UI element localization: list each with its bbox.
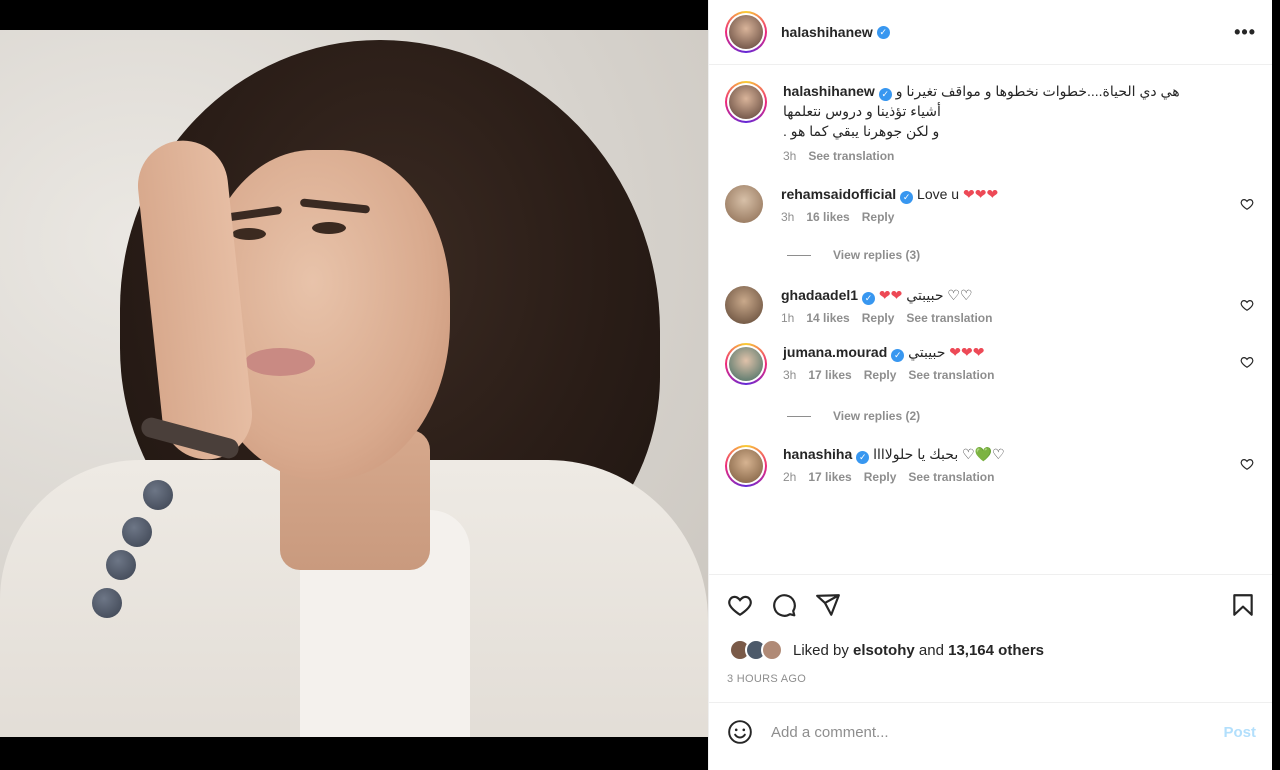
view-replies-label: View replies (3)	[833, 248, 921, 262]
photo-lips	[245, 348, 315, 376]
post-actions	[709, 575, 1272, 635]
comment-text: Love u	[917, 186, 960, 202]
like-comment-heart-icon[interactable]	[1240, 457, 1254, 471]
heart-icon[interactable]	[727, 592, 753, 618]
post-media-pane	[0, 0, 708, 770]
post-side-panel: halashihanew ✓ ••• halashihanew ✓ هي دي ا…	[708, 0, 1272, 770]
liker-avatars	[729, 639, 783, 661]
reply-button[interactable]: Reply	[862, 210, 895, 224]
liked-by-prefix: Liked by	[793, 641, 849, 659]
verified-icon: ✓	[891, 349, 905, 362]
reply-button[interactable]: Reply	[862, 311, 895, 325]
verified-icon: ✓	[878, 88, 892, 101]
app-frame: halashihanew ✓ ••• halashihanew ✓ هي دي ا…	[0, 0, 1280, 770]
comment-text: حبيبتي ♡♡	[906, 287, 973, 303]
author-username[interactable]: halashihanew	[781, 24, 873, 40]
view-replies-label: View replies (2)	[833, 409, 921, 423]
comment-time: 3h	[781, 210, 795, 224]
see-translation-link[interactable]: See translation	[908, 368, 994, 382]
caption-avatar-image	[729, 85, 763, 119]
caption-line-1: هي دي الحياة....خطوات نخطوها و مواقف تغي…	[895, 83, 1180, 99]
comment-text: حبيبتي	[908, 344, 946, 360]
likes-summary[interactable]: Liked by elsotohy and 13,164 others	[709, 635, 1272, 665]
verified-icon: ✓	[900, 191, 914, 204]
like-comment-heart-icon[interactable]	[1240, 355, 1254, 369]
comment-likes[interactable]: 17 likes	[808, 368, 851, 382]
verified-icon: ✓	[876, 25, 890, 39]
emoji-icon[interactable]	[727, 719, 753, 745]
verified-icon: ✓	[862, 292, 876, 305]
author-avatar[interactable]	[725, 11, 767, 53]
photo-jacket-button	[122, 517, 152, 547]
comment-time: 3h	[783, 368, 797, 382]
post-comment-button[interactable]: Post	[1223, 724, 1256, 741]
comment-item: ghadaadel1 ✓ ❤❤ حبيبتي ♡♡ 1h 14 likes Rep…	[725, 286, 1256, 325]
share-icon[interactable]	[815, 592, 841, 618]
commenter-avatar-image	[729, 347, 763, 381]
comments-list[interactable]: halashihanew ✓ هي دي الحياة....خطوات نخطو…	[709, 65, 1272, 575]
like-comment-heart-icon[interactable]	[1240, 298, 1254, 312]
comment-time: 1h	[781, 311, 795, 325]
comment-emoji: ♡💚♡	[962, 446, 1005, 462]
comment-item: hanashiha ✓ بحبك يا حلولاااا ♡💚♡ 2h 17 li…	[725, 445, 1256, 487]
caption-line-3: و لكن جوهرنا يبقي كما هو .	[783, 123, 940, 139]
reply-button[interactable]: Reply	[864, 368, 897, 382]
liker-avatar	[761, 639, 783, 661]
author-avatar-image	[729, 15, 763, 49]
commenter-avatar[interactable]	[725, 343, 767, 385]
comment-item: rehamsaidofficial ✓ Love u ❤❤❤ 3h 16 like…	[725, 185, 1256, 224]
caption: halashihanew ✓ هي دي الحياة....خطوات نخطو…	[725, 81, 1256, 163]
commenter-avatar[interactable]	[725, 286, 763, 324]
comment-likes[interactable]: 17 likes	[808, 470, 851, 484]
comment-username[interactable]: ghadaadel1	[781, 287, 858, 303]
add-comment-bar: Post	[709, 703, 1272, 761]
photo-eye-left	[232, 228, 266, 240]
comment-username[interactable]: rehamsaidofficial	[781, 186, 896, 202]
replies-divider	[787, 415, 811, 417]
see-translation-link[interactable]: See translation	[808, 149, 894, 163]
photo-jacket-button	[92, 588, 122, 618]
photo-eye-right	[312, 222, 346, 234]
view-replies-button[interactable]: View replies (3)	[787, 248, 1256, 262]
caption-author-avatar[interactable]	[725, 81, 767, 123]
post-photo[interactable]	[0, 30, 708, 737]
verified-icon: ✓	[856, 451, 870, 464]
caption-username[interactable]: halashihanew	[783, 83, 875, 99]
photo-jacket-button	[106, 550, 136, 580]
comment-input[interactable]	[771, 723, 1224, 741]
comment-emoji: ❤❤	[878, 287, 903, 303]
see-translation-link[interactable]: See translation	[906, 311, 992, 325]
comment-text: بحبك يا حلولاااا	[873, 446, 959, 462]
comment-icon[interactable]	[771, 592, 797, 618]
comment-likes[interactable]: 16 likes	[806, 210, 849, 224]
window-edge	[1272, 0, 1280, 770]
replies-divider	[787, 254, 811, 256]
post-timestamp: 3 HOURS AGO	[709, 665, 1272, 703]
liked-by-and: and	[918, 641, 944, 659]
more-icon[interactable]: •••	[1234, 22, 1256, 43]
comment-username[interactable]: jumana.mourad	[783, 344, 887, 360]
reply-button[interactable]: Reply	[864, 470, 897, 484]
view-replies-button[interactable]: View replies (2)	[787, 409, 1256, 423]
commenter-avatar-image	[729, 449, 763, 483]
liked-by-user[interactable]: elsotohy	[853, 642, 915, 659]
liked-by-others[interactable]: 13,164 others	[948, 642, 1044, 659]
bookmark-icon[interactable]	[1230, 592, 1256, 618]
post-header: halashihanew ✓ •••	[709, 0, 1272, 65]
comment-time: 2h	[783, 470, 797, 484]
caption-time: 3h	[783, 149, 797, 163]
commenter-avatar[interactable]	[725, 185, 763, 223]
comment-item: jumana.mourad ✓ حبيبتي ❤❤❤ 3h 17 likes Re…	[725, 343, 1256, 385]
like-comment-heart-icon[interactable]	[1240, 197, 1254, 211]
photo-jacket-button	[143, 480, 173, 510]
comment-likes[interactable]: 14 likes	[806, 311, 849, 325]
caption-line-2: أشياء تؤذينا و دروس نتعلمها	[783, 103, 941, 119]
comment-emoji: ❤❤❤	[962, 186, 999, 202]
comment-username[interactable]: hanashiha	[783, 446, 852, 462]
see-translation-link[interactable]: See translation	[908, 470, 994, 484]
commenter-avatar[interactable]	[725, 445, 767, 487]
comment-emoji: ❤❤❤	[949, 344, 985, 360]
